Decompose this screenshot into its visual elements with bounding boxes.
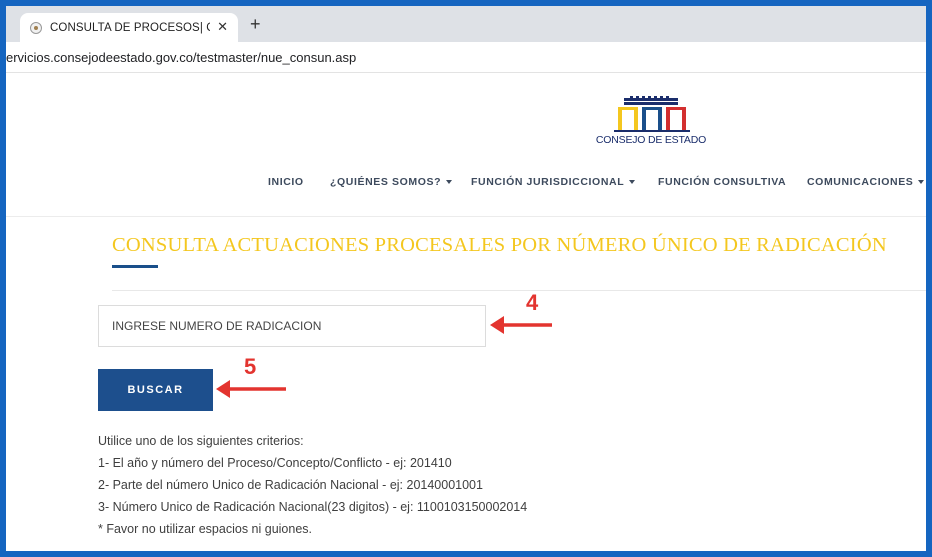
title-underline — [112, 265, 158, 268]
annotation-step-5: 5 — [244, 354, 257, 379]
tab-title: CONSULTA DE PROCESOS| Co — [50, 21, 210, 34]
nav-inicio[interactable]: INICIO — [268, 176, 304, 194]
criteria-item: 3- Número Unico de Radicación Nacional(2… — [98, 500, 528, 514]
new-tab-icon[interactable]: + — [250, 15, 261, 33]
nav-label: INICIO — [268, 176, 304, 188]
header-divider — [6, 216, 926, 217]
nav-funcion-jurisdiccional[interactable]: FUNCIÓN JURISDICCIONAL — [471, 176, 636, 194]
nav-label: FUNCIÓN CONSULTIVA — [658, 176, 787, 188]
chevron-down-icon — [629, 180, 636, 185]
annotation-step-4: 4 — [526, 290, 539, 315]
nav-label: COMUNICACIONES — [807, 176, 914, 188]
tab-bar: CONSULTA DE PROCESOS| Co ✕ + — [6, 6, 926, 42]
logo-building-icon — [614, 96, 690, 132]
close-tab-icon[interactable]: ✕ — [217, 19, 228, 35]
nav-quienes-somos[interactable]: ¿QUIÉNES SOMOS? — [330, 176, 453, 194]
page-title: CONSULTA ACTUACIONES PROCESALES POR NÚME… — [112, 234, 887, 256]
criteria-item: 1- El año y número del Proceso/Concepto/… — [98, 456, 452, 470]
url-text[interactable]: ervicios.consejodeestado.gov.co/testmast… — [6, 50, 356, 65]
chevron-down-icon — [918, 180, 925, 185]
address-bar[interactable]: ervicios.consejodeestado.gov.co/testmast… — [6, 42, 926, 73]
logo-text: CONSEJO DE ESTADO — [595, 134, 707, 146]
site-favicon-icon — [30, 21, 42, 34]
radicacion-search-input[interactable] — [98, 305, 486, 347]
nav-comunicaciones[interactable]: COMUNICACIONES — [807, 176, 925, 194]
browser-window: CONSULTA DE PROCESOS| Co ✕ + ervicios.co… — [6, 6, 926, 551]
arrow-left-icon — [490, 316, 552, 334]
consejo-logo[interactable]: CONSEJO DE ESTADO — [586, 94, 716, 146]
criteria-note: * Favor no utilizar espacios ni guiones. — [98, 522, 313, 536]
criteria-intro: Utilice uno de los siguientes criterios: — [98, 434, 304, 448]
browser-tab[interactable]: CONSULTA DE PROCESOS| Co ✕ — [20, 13, 238, 42]
chevron-down-icon — [446, 180, 453, 185]
nav-label: ¿QUIÉNES SOMOS? — [330, 176, 442, 188]
nav-label: FUNCIÓN JURISDICCIONAL — [471, 176, 625, 188]
nav-funcion-consultiva[interactable]: FUNCIÓN CONSULTIVA — [658, 176, 786, 194]
search-button[interactable]: BUSCAR — [98, 369, 213, 411]
title-divider — [112, 290, 926, 291]
criteria-item: 2- Parte del número Unico de Radicación … — [98, 478, 483, 492]
